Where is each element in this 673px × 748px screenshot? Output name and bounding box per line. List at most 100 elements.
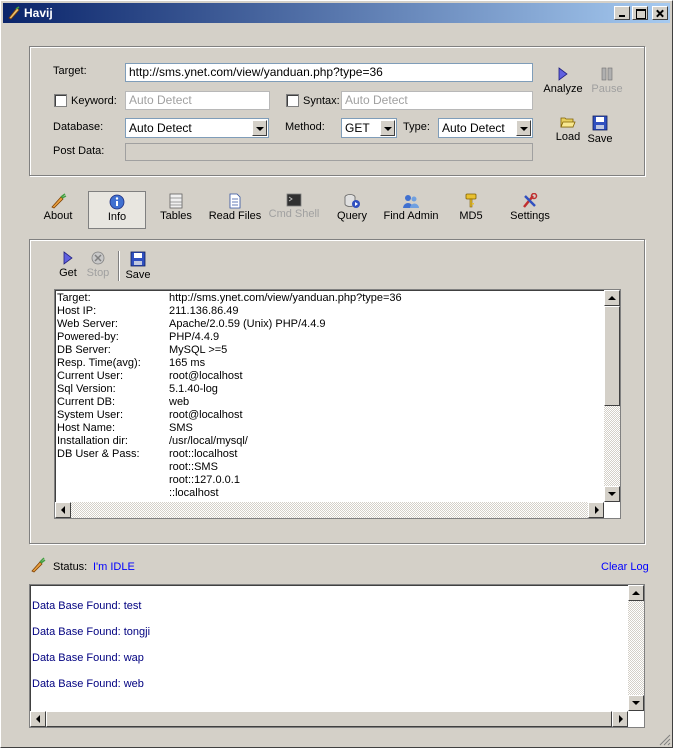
scroll-thumb[interactable] <box>46 711 612 727</box>
stop-icon <box>91 251 105 265</box>
info-key: Current User: <box>57 370 124 382</box>
main-window: Havij Target: http://sms.ynet.com/view/y… <box>0 0 673 748</box>
tab-find-admin[interactable]: Find Admin <box>382 191 440 229</box>
scroll-up-button[interactable] <box>604 290 620 306</box>
tab-cmd-shell[interactable]: Cmd Shell <box>266 191 322 229</box>
scroll-right-button[interactable] <box>612 711 628 727</box>
log-horizontal-scrollbar[interactable] <box>30 711 628 727</box>
info-key: Sql Version: <box>57 383 116 395</box>
type-label: Type: <box>403 121 430 133</box>
log-line: Data Base Found: web <box>32 678 144 690</box>
method-label: Method: <box>285 121 325 133</box>
resize-grip-icon[interactable] <box>657 732 671 746</box>
maximize-button[interactable] <box>632 6 648 20</box>
info-row: ::localhost <box>57 487 402 500</box>
scroll-right-button[interactable] <box>588 502 604 518</box>
tab-label: About <box>43 210 73 222</box>
toolbar-divider <box>118 251 120 281</box>
log-line: Data Base Found: tongji <box>32 626 151 638</box>
tab-label: Settings <box>510 210 550 222</box>
info-icon <box>109 194 125 210</box>
tab-md5[interactable]: MD5 <box>453 191 489 229</box>
scroll-up-button[interactable] <box>628 585 644 601</box>
log-vertical-scrollbar[interactable] <box>628 585 644 711</box>
type-select-value: Auto Detect <box>442 121 505 135</box>
havij-app-icon <box>8 6 20 20</box>
info-row: Current User: root@localhost <box>57 370 402 383</box>
info-key <box>57 461 169 474</box>
stop-button[interactable]: Stop <box>85 251 111 279</box>
type-select[interactable]: Auto Detect <box>438 118 533 138</box>
info-row: root::SMS <box>57 461 402 474</box>
info-key: Web Server: <box>57 318 118 330</box>
info-key: DB User & Pass: <box>57 448 140 460</box>
chevron-down-icon[interactable] <box>252 120 267 136</box>
tab-label: MD5 <box>459 210 483 222</box>
keyword-checkbox[interactable] <box>54 94 67 107</box>
info-row: Resp. Time(avg): 165 ms <box>57 357 402 370</box>
syntax-label: Syntax: <box>303 95 340 107</box>
scroll-down-button[interactable] <box>628 695 644 711</box>
info-value: root@localhost <box>169 409 243 421</box>
pause-button[interactable]: Pause <box>587 67 627 95</box>
info-value: web <box>169 396 190 408</box>
method-select-value: GET <box>345 121 370 135</box>
scroll-thumb[interactable] <box>604 306 620 406</box>
database-select[interactable]: Auto Detect <box>125 118 269 138</box>
clear-log-link[interactable]: Clear Log <box>601 561 649 573</box>
tab-info[interactable]: Info <box>88 191 146 229</box>
syntax-checkbox[interactable] <box>286 94 299 107</box>
info-row: Web Server: Apache/2.0.59 (Unix) PHP/4.4.… <box>57 318 402 331</box>
get-button[interactable]: Get <box>56 251 80 279</box>
tab-about[interactable]: About <box>38 191 78 229</box>
info-key: Host IP: <box>57 305 97 317</box>
scroll-left-button[interactable] <box>30 711 46 727</box>
save-label: Save <box>587 133 613 145</box>
tab-tables[interactable]: Tables <box>156 191 196 229</box>
get-label: Get <box>59 267 77 279</box>
keyword-label: Keyword: <box>71 95 117 107</box>
folder-open-icon <box>560 117 576 128</box>
minimize-button[interactable] <box>614 6 630 20</box>
window-title: Havij <box>24 6 53 20</box>
info-row: Installation dir: /usr/local/mysql/ <box>57 435 402 448</box>
log-line: Data Base Found: test <box>32 600 142 612</box>
load-button[interactable]: Load <box>553 115 583 143</box>
tab-read-files[interactable]: Read Files <box>206 191 264 229</box>
method-select[interactable]: GET <box>341 118 397 138</box>
info-value: 211.136.86.49 <box>169 305 239 317</box>
scroll-left-button[interactable] <box>55 502 71 518</box>
info-row: Host IP: 211.136.86.49 <box>57 305 402 318</box>
info-save-button[interactable]: Save <box>123 251 153 281</box>
chevron-down-icon[interactable] <box>516 120 531 136</box>
query-icon <box>344 194 360 208</box>
info-textbox[interactable]: Target: http://sms.ynet.com/view/yanduan.… <box>54 289 621 519</box>
database-label: Database: <box>53 121 104 133</box>
info-key: Target: <box>57 292 91 304</box>
info-key <box>57 487 169 500</box>
info-value: root::SMS <box>169 461 218 473</box>
info-value: ::localhost <box>169 487 219 499</box>
info-row: Current DB: web <box>57 396 402 409</box>
log-textbox[interactable]: Data Base Found: test Data Base Found: t… <box>29 584 645 728</box>
info-value: MySQL >=5 <box>169 344 228 356</box>
syntax-input[interactable]: Auto Detect <box>341 91 533 110</box>
tab-settings[interactable]: Settings <box>507 191 553 229</box>
analyze-button[interactable]: Analyze <box>540 67 586 95</box>
info-row: Target: http://sms.ynet.com/view/yanduan.… <box>57 292 402 305</box>
keyword-input[interactable]: Auto Detect <box>125 91 270 110</box>
analyze-label: Analyze <box>543 83 583 95</box>
info-horizontal-scrollbar[interactable] <box>55 502 604 518</box>
scroll-down-button[interactable] <box>604 486 620 502</box>
info-vertical-scrollbar[interactable] <box>604 290 620 502</box>
postdata-input[interactable] <box>125 143 533 161</box>
close-button[interactable] <box>652 6 668 20</box>
save-button[interactable]: Save <box>585 115 615 145</box>
floppy-disk-icon <box>592 115 608 131</box>
title-bar[interactable]: Havij <box>3 3 670 23</box>
chevron-down-icon[interactable] <box>380 120 395 136</box>
target-input[interactable]: http://sms.ynet.com/view/yanduan.php?typ… <box>125 63 533 82</box>
info-value: root::localhost <box>169 448 238 460</box>
info-key: Installation dir: <box>57 435 128 447</box>
tab-query[interactable]: Query <box>331 191 373 229</box>
